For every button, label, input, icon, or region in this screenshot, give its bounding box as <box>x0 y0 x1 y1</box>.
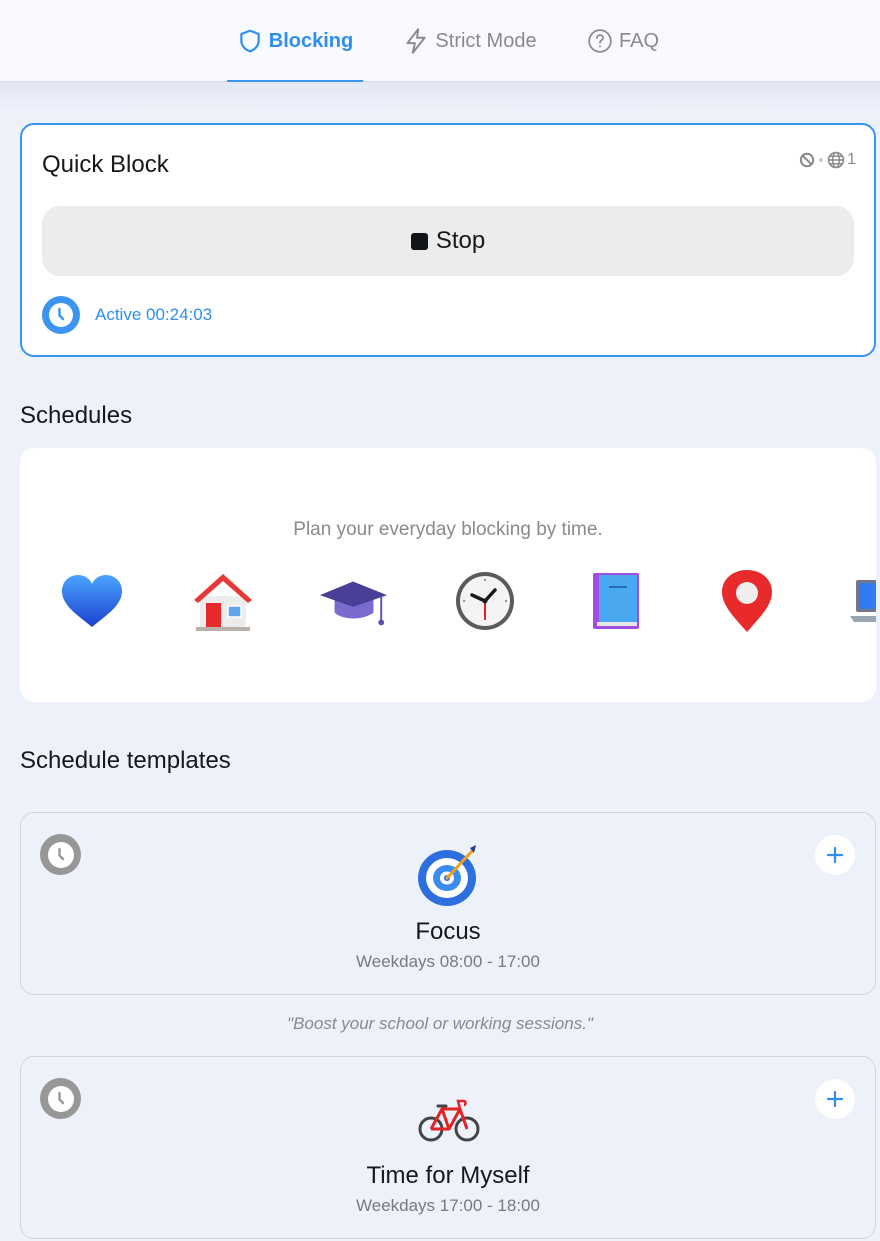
blue-heart-icon <box>57 566 127 636</box>
add-template-button[interactable] <box>815 835 855 875</box>
template-card-focus[interactable]: Focus Weekdays 08:00 - 17:00 <box>20 812 876 995</box>
schedules-heading: Schedules <box>20 402 133 429</box>
clock-icon <box>40 834 81 875</box>
question-circle-icon <box>588 29 612 53</box>
template-name: Time for Myself <box>366 1162 530 1189</box>
header-shadow <box>0 82 880 112</box>
bicycle-icon <box>414 1085 484 1155</box>
tab-blocking-label: Blocking <box>268 29 354 52</box>
schedules-hint: Plan your everyday blocking by time. <box>293 519 603 540</box>
stop-button[interactable]: Stop <box>42 206 854 276</box>
stop-label: Stop <box>435 227 486 254</box>
clock-emoji-icon <box>450 566 520 636</box>
target-icon <box>414 841 484 911</box>
template-card-time-for-myself[interactable]: Time for Myself Weekdays 17:00 - 18:00 <box>20 1056 876 1239</box>
separator-dot <box>819 158 824 162</box>
active-timer: Active 00:24:03 <box>95 305 213 324</box>
location-pin-icon <box>712 566 782 636</box>
lightning-icon <box>406 28 427 54</box>
template-time: Weekdays 17:00 - 18:00 <box>356 1196 540 1215</box>
top-navigation: Blocking Strict Mode FAQ <box>0 0 880 83</box>
house-icon <box>188 566 258 636</box>
quick-block-card: Quick Block 1 Stop Active 00:24:03 <box>20 123 876 357</box>
plus-icon <box>826 846 844 864</box>
quick-block-meta[interactable]: 1 <box>799 151 856 169</box>
tab-faq[interactable]: FAQ <box>583 0 663 82</box>
blocked-sites-count: 1 <box>847 151 856 168</box>
clock-icon <box>40 1078 81 1119</box>
schedule-templates-heading: Schedule templates <box>20 747 231 774</box>
tab-strict-mode[interactable]: Strict Mode <box>395 0 545 82</box>
block-icon <box>799 152 815 168</box>
stop-icon <box>410 232 428 250</box>
book-icon <box>581 566 651 636</box>
schedules-empty-card[interactable]: Plan your everyday blocking by time. <box>20 448 876 702</box>
plus-icon <box>826 1090 844 1108</box>
globe-icon <box>827 151 845 169</box>
template-time: Weekdays 08:00 - 17:00 <box>356 952 540 971</box>
template-name: Focus <box>415 918 481 945</box>
tab-faq-label: FAQ <box>618 29 659 52</box>
add-template-button[interactable] <box>815 1079 855 1119</box>
active-status: Active 00:24:03 <box>42 296 212 334</box>
quick-block-title: Quick Block <box>42 151 169 178</box>
emoji-row <box>20 566 876 636</box>
laptop-icon <box>843 566 876 636</box>
tab-strict-mode-label: Strict Mode <box>435 29 537 52</box>
graduation-cap-icon <box>319 566 389 636</box>
template-quote: "Boost your school or working sessions." <box>287 1014 593 1033</box>
clock-icon <box>42 296 80 334</box>
shield-icon <box>240 29 260 53</box>
tab-blocking[interactable]: Blocking <box>227 0 363 83</box>
